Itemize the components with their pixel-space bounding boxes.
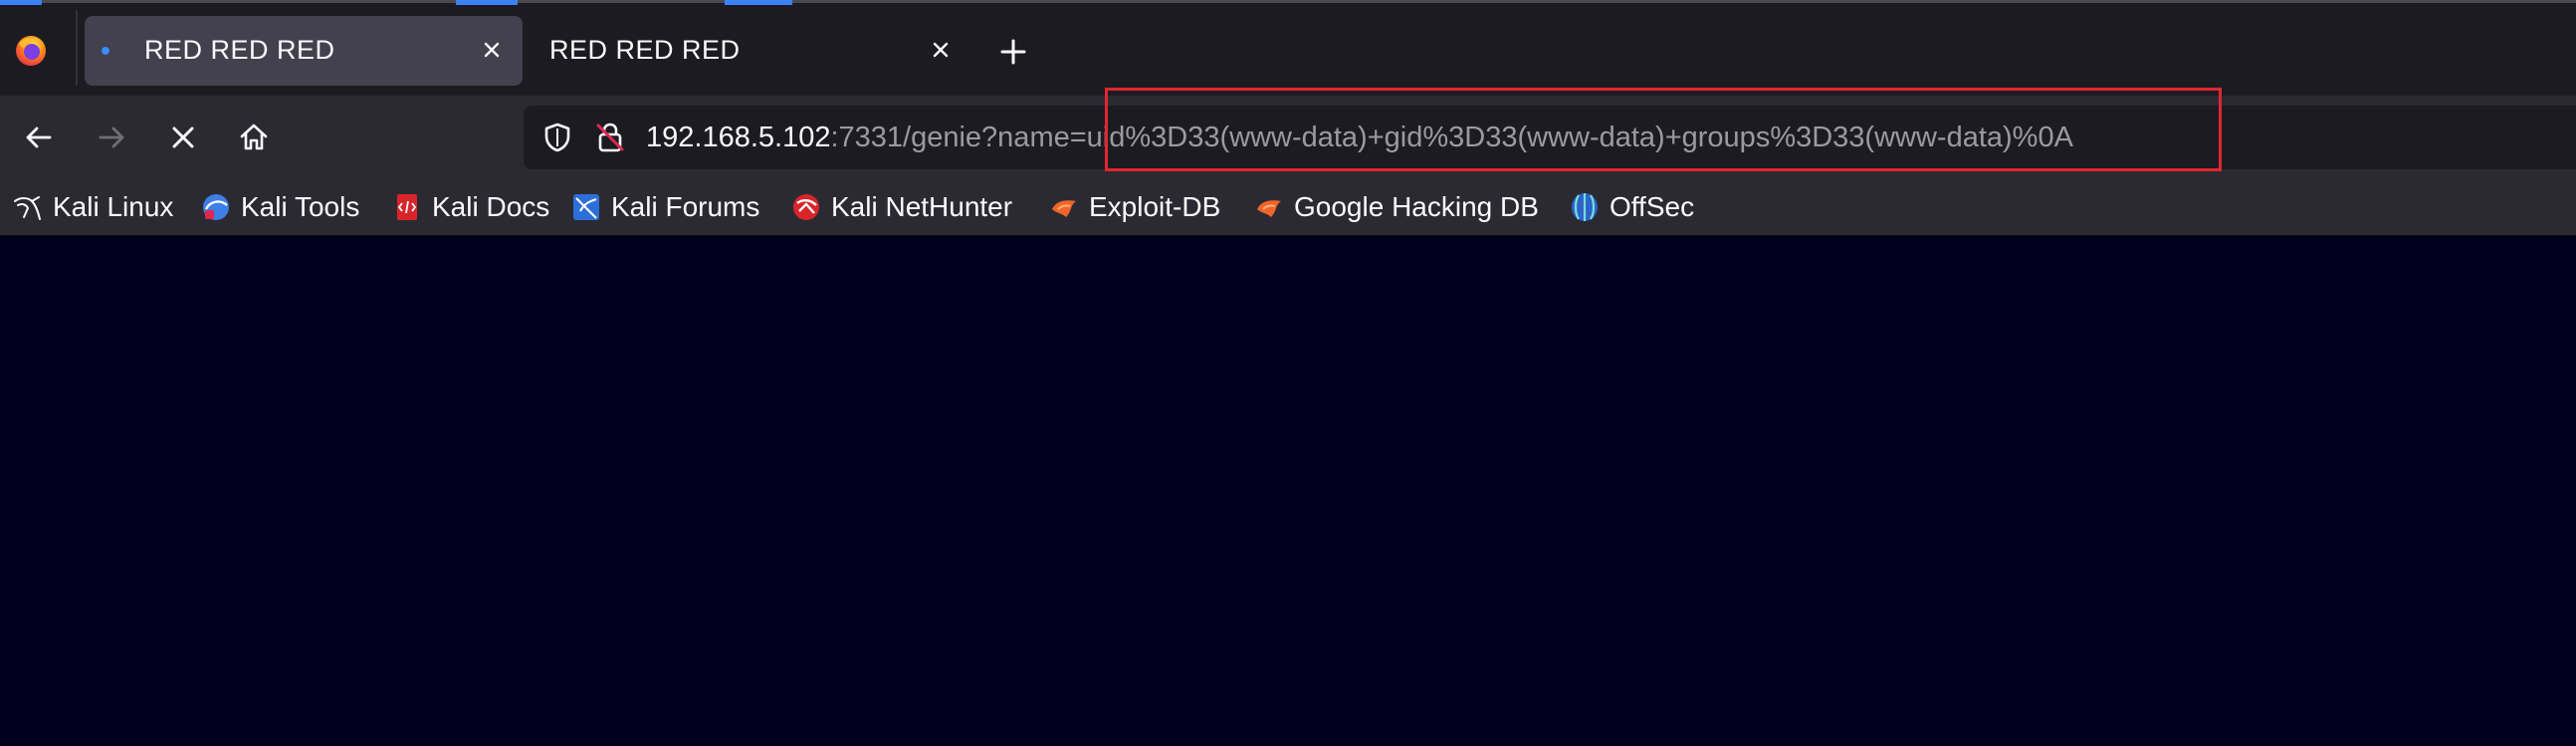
kali-nethunter-icon	[793, 194, 819, 220]
insecure-lock-icon[interactable]	[592, 120, 628, 155]
bookmark-label: OffSec	[1610, 191, 1695, 222]
ghdb-icon	[1257, 200, 1281, 217]
bookmark-kali-tools[interactable]: Kali Tools	[200, 189, 359, 225]
bookmark-label: Kali Tools	[241, 191, 360, 222]
close-tab-icon[interactable]	[924, 33, 958, 67]
page-content	[0, 236, 2576, 746]
forward-arrow-icon[interactable]	[91, 117, 132, 158]
taskbar-indicator	[725, 0, 792, 5]
bookmark-label: Google Hacking DB	[1294, 191, 1539, 222]
taskbar-indicator	[0, 0, 42, 5]
bookmark-label: Exploit-DB	[1089, 191, 1221, 222]
bookmark-google-hacking-db[interactable]: Google Hacking DB	[1253, 189, 1539, 225]
kali-forums-icon	[573, 194, 599, 220]
bookmark-kali-docs[interactable]: Kali Docs	[391, 189, 549, 225]
bookmark-exploit-db[interactable]: Exploit-DB	[1048, 189, 1220, 225]
tab-title: RED RED RED	[144, 35, 335, 65]
tracking-protection-shield-icon[interactable]	[540, 121, 574, 154]
bookmark-label: Kali Docs	[432, 191, 550, 222]
loading-indicator-icon	[102, 47, 109, 55]
stop-loading-icon[interactable]	[162, 117, 204, 158]
kali-dragon-icon	[14, 196, 41, 220]
firefox-logo-icon[interactable]	[14, 34, 48, 68]
new-tab-plus-icon[interactable]	[995, 34, 1031, 70]
kali-tools-icon	[203, 194, 229, 220]
url-host: 192.168.5.102	[646, 122, 831, 153]
tab-red-red-red-active[interactable]: RED RED RED	[85, 16, 523, 86]
bookmark-offsec[interactable]: OffSec	[1569, 189, 1694, 225]
bookmark-label: Kali Linux	[53, 191, 174, 222]
offsec-icon	[1572, 193, 1598, 221]
bookmark-kali-forums[interactable]: Kali Forums	[570, 189, 759, 225]
tab-separator	[76, 10, 78, 86]
taskbar-edge	[0, 0, 2576, 3]
highlight-annotation-box	[1105, 88, 2222, 171]
bookmark-label: Kali Forums	[611, 191, 760, 222]
bookmark-kali-nethunter[interactable]: Kali NetHunter	[790, 189, 1012, 225]
bookmark-kali-linux[interactable]: Kali Linux	[12, 189, 173, 225]
tab-strip: RED RED RED RED RED RED	[0, 0, 2576, 96]
exploit-db-icon	[1052, 200, 1076, 217]
tab-red-red-red[interactable]: RED RED RED	[527, 16, 965, 86]
tab-title: RED RED RED	[549, 35, 741, 65]
back-arrow-icon[interactable]	[18, 117, 60, 158]
browser-window: RED RED RED RED RED RED 192.168.5.102:73…	[0, 0, 2576, 746]
close-tab-icon[interactable]	[475, 33, 509, 67]
bookmarks-toolbar: Kali Linux Kali Tools Kali Docs Kali For…	[0, 179, 2576, 236]
home-icon[interactable]	[233, 117, 275, 158]
kali-docs-icon	[397, 194, 417, 220]
bookmark-label: Kali NetHunter	[831, 191, 1013, 222]
taskbar-indicator	[456, 0, 518, 5]
